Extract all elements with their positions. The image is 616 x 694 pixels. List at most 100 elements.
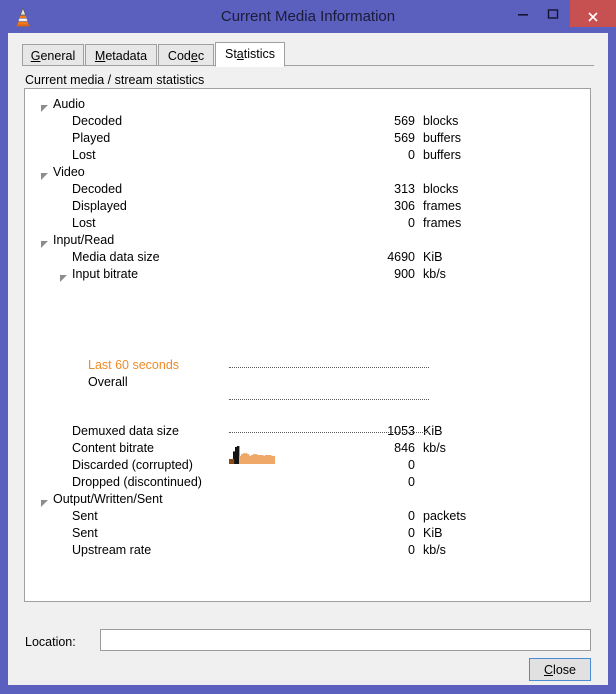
stat-row-content-bitrate[interactable]: Content bitrate 846 kb/s <box>25 440 590 457</box>
stat-label: Sent <box>72 526 98 540</box>
bitrate-graph-gridline-top <box>229 367 429 369</box>
tab-general[interactable]: General <box>22 44 84 66</box>
minimize-button[interactable] <box>508 0 538 27</box>
stat-value: 569 <box>394 131 415 145</box>
stat-row-video-decoded[interactable]: Decoded 313 blocks <box>25 181 590 198</box>
stat-unit: KiB <box>423 526 443 540</box>
maximize-button[interactable] <box>538 0 568 27</box>
stat-value: 846 <box>394 441 415 455</box>
stat-label: Overall <box>88 375 128 389</box>
stat-row-output-sent[interactable]: Output/Written/Sent <box>25 491 590 508</box>
stat-row-media-data-size[interactable]: Media data size 4690 KiB <box>25 249 590 266</box>
minimize-icon <box>518 13 528 16</box>
stat-unit: blocks <box>423 114 459 128</box>
bitrate-graph-gridline-bottom <box>229 432 429 434</box>
dialog-body: General Metadata Codec Statistics Curren… <box>8 33 608 685</box>
stat-unit: kb/s <box>423 441 446 455</box>
stat-unit: packets <box>423 509 467 523</box>
maximize-icon <box>547 8 559 19</box>
tree-expander-icon[interactable] <box>40 169 49 180</box>
stat-value: 0 <box>408 475 415 489</box>
statistics-panel[interactable]: Audio Decoded 569 blocks Played 569 buffers Los… <box>24 88 591 602</box>
stat-value: 0 <box>408 526 415 540</box>
stat-row-discarded[interactable]: Discarded (corrupted) 0 <box>25 457 590 474</box>
stat-label: Media data size <box>72 250 160 264</box>
stat-label: Audio <box>53 97 85 111</box>
tree-expander-icon[interactable] <box>40 496 49 507</box>
stat-unit: buffers <box>423 148 461 162</box>
tab-bar: General Metadata Codec Statistics <box>22 42 594 67</box>
stat-row-video-lost[interactable]: Lost 0 frames <box>25 215 590 232</box>
tab-accelerator: e <box>190 49 198 63</box>
close-window-button[interactable] <box>570 0 616 27</box>
stat-unit: frames <box>423 216 462 230</box>
stat-label: Discarded (corrupted) <box>72 458 193 472</box>
tree-expander-icon[interactable] <box>40 101 49 112</box>
stat-label: Content bitrate <box>72 441 154 455</box>
stat-row-upstream-rate[interactable]: Upstream rate 0 kb/s <box>25 542 590 559</box>
stat-unit: kb/s <box>423 267 446 281</box>
stat-label: Decoded <box>72 114 123 128</box>
stat-label: Lost <box>72 216 96 230</box>
location-label: Location: <box>25 635 76 649</box>
stat-unit: kb/s <box>423 543 446 557</box>
stat-value: 306 <box>394 199 415 213</box>
close-button[interactable]: Close <box>529 658 591 681</box>
tab-metadata[interactable]: Metadata <box>85 44 157 66</box>
stat-row-audio-played[interactable]: Played 569 buffers <box>25 130 590 147</box>
close-icon <box>588 11 598 22</box>
stat-value: 0 <box>408 543 415 557</box>
stat-label: Displayed <box>72 199 127 213</box>
stat-row-dropped[interactable]: Dropped (discontinued) 0 <box>25 474 590 491</box>
stat-label: Sent <box>72 509 98 523</box>
stat-label: Dropped (discontinued) <box>72 475 202 489</box>
tab-accelerator: a <box>236 47 244 61</box>
stat-unit: KiB <box>423 250 443 264</box>
stat-label: Input/Read <box>53 233 115 247</box>
stat-row-last-60-seconds[interactable]: Last 60 seconds <box>25 357 590 374</box>
stat-value: 0 <box>408 509 415 523</box>
input-bitrate-graph <box>229 442 276 464</box>
stat-row-video[interactable]: Video <box>25 164 590 181</box>
panel-caption: Current media / stream statistics <box>25 73 205 87</box>
stat-label: Played <box>72 131 111 145</box>
stat-row-input-read[interactable]: Input/Read <box>25 232 590 249</box>
stat-value: 900 <box>394 267 415 281</box>
close-button-accelerator: C <box>544 662 554 677</box>
tab-underline <box>22 65 594 66</box>
stat-row-audio[interactable]: Audio <box>25 96 590 113</box>
stat-value: 0 <box>408 216 415 230</box>
tab-accelerator: G <box>30 49 41 63</box>
stat-row-video-displayed[interactable]: Displayed 306 frames <box>25 198 590 215</box>
stat-label: Last 60 seconds <box>88 358 180 372</box>
stat-label: Upstream rate <box>72 543 152 557</box>
tree-expander-icon[interactable] <box>40 237 49 248</box>
title-bar: Current Media Information <box>0 0 616 33</box>
stat-row-overall[interactable]: Overall <box>25 374 590 391</box>
stat-unit: blocks <box>423 182 459 196</box>
media-information-window: Current Media Information General Metada… <box>0 0 616 694</box>
stat-label: Decoded <box>72 182 123 196</box>
tab-statistics[interactable]: Statistics <box>215 42 285 67</box>
stat-row-sent-packets[interactable]: Sent 0 packets <box>25 508 590 525</box>
tab-accelerator: M <box>94 49 106 63</box>
tab-codec[interactable]: Codec <box>158 44 214 66</box>
stat-label: Output/Written/Sent <box>53 492 163 506</box>
stat-value: 569 <box>394 114 415 128</box>
stat-value: 4690 <box>387 250 415 264</box>
tree-expander-icon[interactable] <box>59 271 68 282</box>
stat-row-audio-lost[interactable]: Lost 0 buffers <box>25 147 590 164</box>
stat-unit: frames <box>423 199 462 213</box>
stat-label: Demuxed data size <box>72 424 180 438</box>
bitrate-graph-gridline-middle <box>229 399 429 401</box>
location-input[interactable] <box>100 629 591 651</box>
stat-label: Video <box>53 165 85 179</box>
stat-row-input-bitrate[interactable]: Input bitrate 900 kb/s <box>25 266 590 283</box>
stat-value: 313 <box>394 182 415 196</box>
stat-value: 0 <box>408 458 415 472</box>
stat-label: Input bitrate <box>72 267 139 281</box>
stat-row-audio-decoded[interactable]: Decoded 569 blocks <box>25 113 590 130</box>
stat-row-sent-kib[interactable]: Sent 0 KiB <box>25 525 590 542</box>
stat-value: 0 <box>408 148 415 162</box>
stat-unit: buffers <box>423 131 461 145</box>
